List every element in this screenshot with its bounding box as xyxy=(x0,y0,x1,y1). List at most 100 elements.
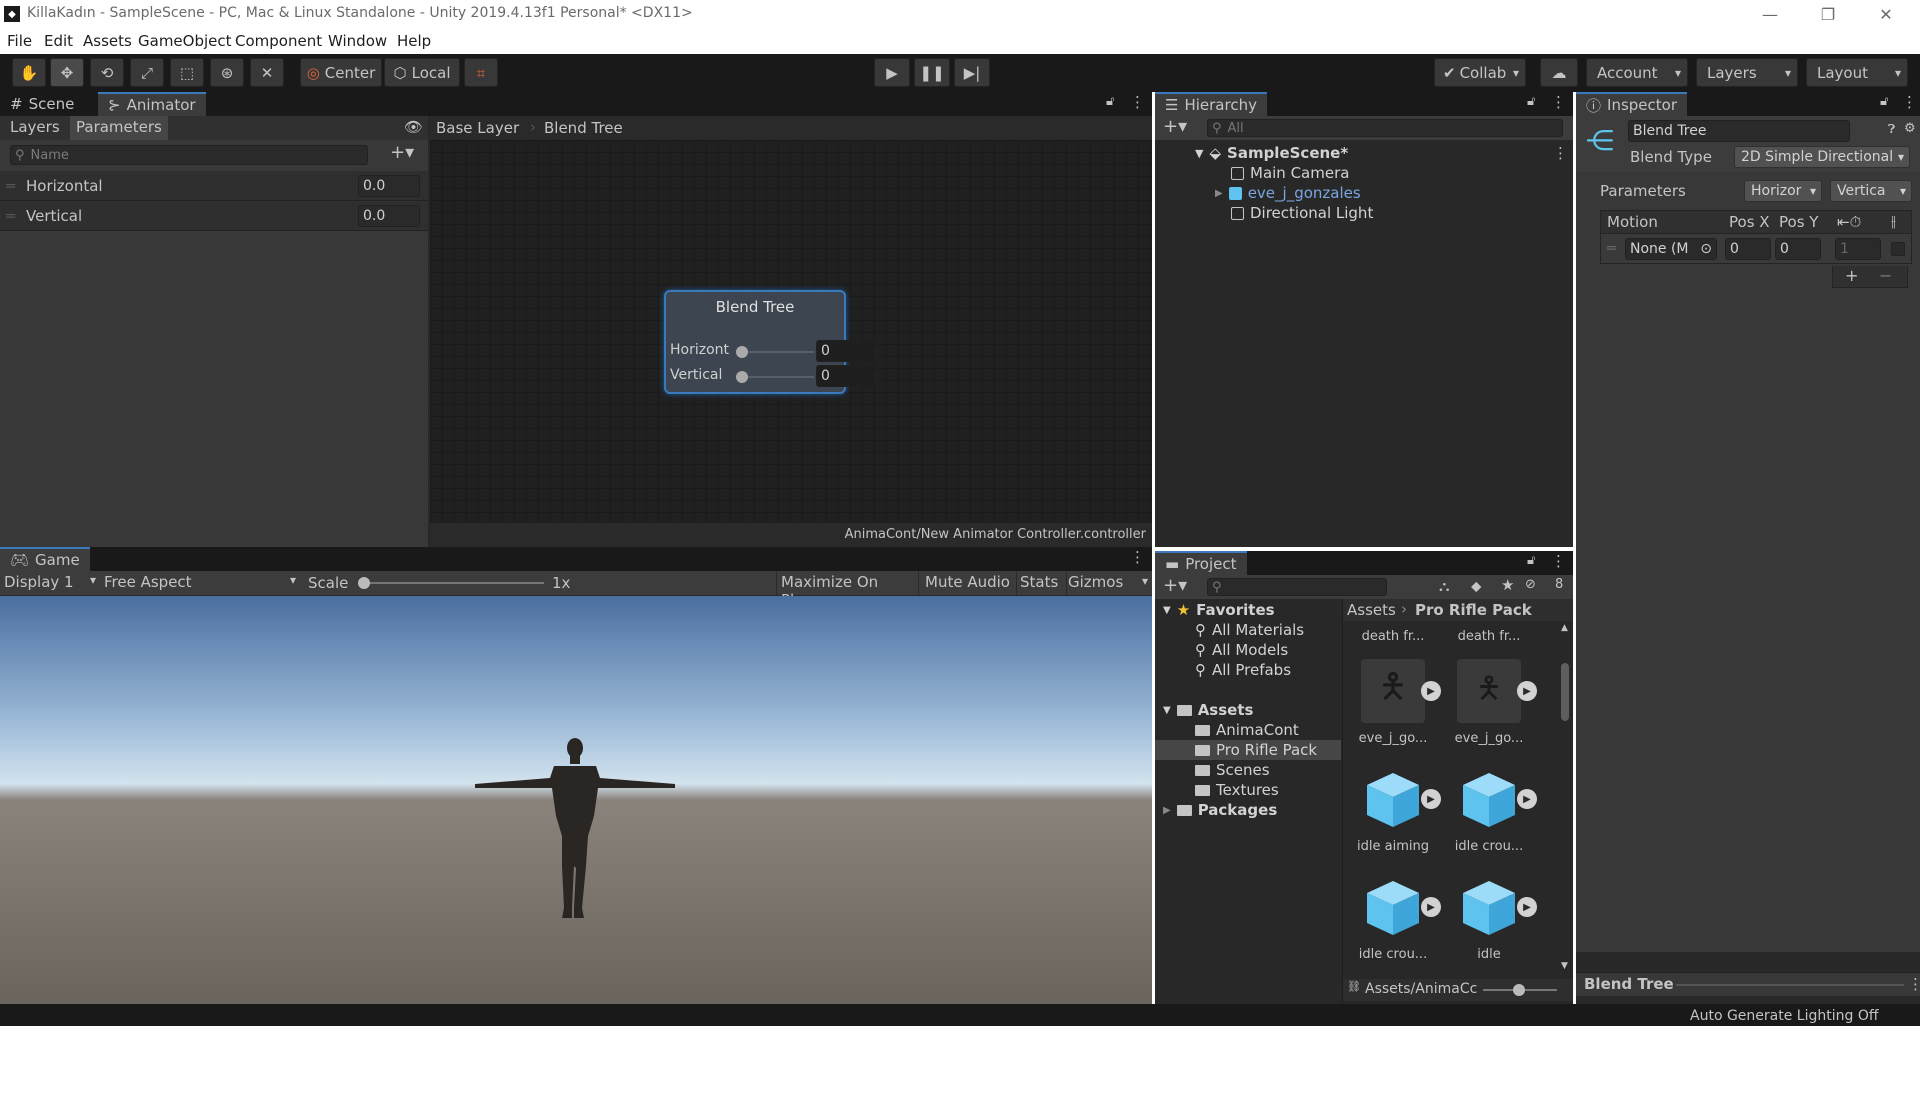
menu-edit[interactable]: Edit xyxy=(44,32,73,50)
favorite-item[interactable]: ⚲ All Prefabs xyxy=(1195,661,1291,679)
minimize-button[interactable]: — xyxy=(1750,3,1790,25)
menu-assets[interactable]: Assets xyxy=(83,32,132,50)
favorite-item[interactable]: ⚲ All Materials xyxy=(1195,621,1304,639)
chevron-right-icon[interactable]: ▶ xyxy=(1163,805,1171,816)
transform-tool-icon[interactable]: ⊛ xyxy=(210,58,244,87)
drag-handle-icon[interactable]: ═ xyxy=(1607,239,1616,257)
play-icon[interactable]: ▶ xyxy=(1517,789,1537,809)
menu-window[interactable]: Window xyxy=(328,32,387,50)
account-dropdown[interactable]: Account ▾ xyxy=(1586,58,1688,87)
favorite-item[interactable]: ⚲ All Models xyxy=(1195,641,1288,659)
help-icon[interactable]: ❓︎ xyxy=(1888,122,1895,137)
search-by-label-icon[interactable]: ⬥ xyxy=(1471,577,1482,595)
pivot-local-button[interactable]: ⬡ Local xyxy=(384,58,460,87)
breadcrumb-assets[interactable]: Assets xyxy=(1347,601,1396,619)
more-menu-icon[interactable]: ⋮ xyxy=(1130,93,1145,111)
assets-root[interactable]: ▼ Assets xyxy=(1163,701,1253,719)
play-icon[interactable]: ▶ xyxy=(1421,789,1441,809)
mute-audio-toggle[interactable]: Mute Audio xyxy=(918,571,1016,595)
project-search-input[interactable]: ⚲ xyxy=(1207,578,1387,596)
menu-file[interactable]: File xyxy=(7,32,32,50)
hierarchy-item[interactable]: Directional Light xyxy=(1231,204,1373,222)
parameter-value-field[interactable]: 0.0 xyxy=(358,205,420,227)
rotate-tool-icon[interactable]: ⟲ xyxy=(90,58,124,87)
more-menu-icon[interactable]: ⋮ xyxy=(1908,975,1920,993)
favorites-root[interactable]: ▼ ★ Favorites xyxy=(1163,601,1275,619)
asset-tile[interactable]: 🯅 ▶ eve_j_go... xyxy=(1351,659,1441,755)
close-button[interactable]: ✕ xyxy=(1866,3,1906,25)
parameter-row[interactable]: ═ Vertical 0.0 xyxy=(0,201,428,231)
slider-knob-icon[interactable] xyxy=(736,346,748,358)
icon-size-slider-knob[interactable] xyxy=(1513,984,1525,996)
pivot-center-button[interactable]: ◎ Center xyxy=(300,58,382,87)
more-menu-icon[interactable]: ⋮ xyxy=(1551,93,1566,111)
more-menu-icon[interactable]: ⋮ xyxy=(1902,93,1917,111)
rect-tool-icon[interactable]: ⬚ xyxy=(170,58,204,87)
scale-slider-knob[interactable] xyxy=(358,577,370,589)
asset-tile[interactable]: 🯅 ▶ eve_j_go... xyxy=(1447,659,1537,755)
play-icon[interactable]: ▶ xyxy=(1421,681,1441,701)
scene-menu-icon[interactable]: ⋮ xyxy=(1553,144,1568,162)
play-icon[interactable]: ▶ xyxy=(1517,681,1537,701)
subtab-parameters[interactable]: Parameters xyxy=(70,116,168,140)
asset-tile[interactable]: ▶ idle xyxy=(1447,875,1537,971)
folder-item[interactable]: Textures xyxy=(1195,781,1279,799)
restore-button[interactable]: ❐ xyxy=(1808,3,1848,25)
asset-tile[interactable]: ▶ idle crou... xyxy=(1351,875,1441,971)
motion-row[interactable]: ═ None (M ⊙ 0 0 1 xyxy=(1600,234,1912,264)
scroll-up-icon[interactable]: ▲ xyxy=(1561,623,1568,633)
grid-snap-icon[interactable]: ⌗ xyxy=(464,58,498,87)
folder-item[interactable]: Scenes xyxy=(1195,761,1270,779)
create-button[interactable]: +▾ xyxy=(1163,575,1187,596)
game-view[interactable] xyxy=(0,596,1152,1004)
layers-dropdown[interactable]: Layers ▾ xyxy=(1696,58,1798,87)
add-parameter-button[interactable]: +▾ xyxy=(390,142,414,163)
maximize-on-play-toggle[interactable]: Maximize On Play xyxy=(776,571,918,609)
blend-tree-node[interactable]: Blend Tree Horizont 0 Vertical 0 xyxy=(664,290,876,394)
parameter-x-dropdown[interactable]: Horizor xyxy=(1744,180,1822,202)
asset-scrollbar[interactable]: ▲ ▼ xyxy=(1559,623,1571,973)
scale-tool-icon[interactable]: ⤢ xyxy=(130,58,164,87)
eye-icon[interactable]: 👁︎ xyxy=(404,118,423,136)
blend-type-dropdown[interactable]: 2D Simple Directional xyxy=(1734,146,1910,168)
menu-help[interactable]: Help xyxy=(397,32,431,50)
scale-slider-track[interactable] xyxy=(358,582,544,584)
folder-item[interactable]: AnimaCont xyxy=(1195,721,1299,739)
parameter-value-field[interactable]: 0.0 xyxy=(358,175,420,197)
scrollbar-thumb[interactable] xyxy=(1561,663,1569,721)
pos-y-field[interactable]: 0 xyxy=(1775,238,1821,260)
animator-graph[interactable]: Base Layer › Blend Tree Blend Tree Horiz… xyxy=(430,116,1152,547)
pos-x-field[interactable]: 0 xyxy=(1725,238,1771,260)
search-by-type-icon[interactable]: ⛬ xyxy=(1439,577,1450,595)
hidden-packages-icon[interactable]: ⊘ xyxy=(1525,577,1536,592)
node-param-value[interactable]: 0 xyxy=(816,365,876,387)
favorite-star-icon[interactable]: ★ xyxy=(1501,576,1514,594)
lock-icon[interactable]: 🔓︎ xyxy=(1527,94,1535,109)
breadcrumb-base-layer[interactable]: Base Layer xyxy=(436,119,519,137)
breadcrumb-pro-rifle-pack[interactable]: Pro Rifle Pack xyxy=(1415,601,1532,619)
menu-component[interactable]: Component xyxy=(235,32,322,50)
move-tool-icon[interactable]: ✥ xyxy=(50,58,84,87)
lock-icon[interactable]: 🔓︎ xyxy=(1880,94,1888,109)
lock-icon[interactable]: 🔓︎ xyxy=(1106,94,1114,109)
hierarchy-item[interactable]: ▶ eve_j_gonzales xyxy=(1215,184,1361,202)
cloud-icon[interactable]: ☁ xyxy=(1540,58,1578,87)
parameter-search-input[interactable]: ⚲ Name xyxy=(10,145,368,165)
step-button[interactable]: ▶| xyxy=(954,58,990,87)
object-picker-icon[interactable]: ⊙ xyxy=(1700,241,1712,257)
create-button[interactable]: +▾ xyxy=(1163,116,1187,137)
gizmos-dropdown[interactable]: Gizmos ▾ xyxy=(1066,571,1152,595)
layout-dropdown[interactable]: Layout ▾ xyxy=(1806,58,1908,87)
blend-tree-name-field[interactable]: Blend Tree xyxy=(1628,120,1850,142)
pause-button[interactable]: ❚❚ xyxy=(914,58,950,87)
display-dropdown[interactable]: Display 1 ▾ xyxy=(4,573,96,593)
breadcrumb-blend-tree[interactable]: Blend Tree xyxy=(544,119,623,137)
parameter-row[interactable]: ═ Horizontal 0.0 xyxy=(0,171,428,201)
packages-root[interactable]: ▶ Packages xyxy=(1163,801,1277,819)
asset-tile[interactable]: death fr... xyxy=(1447,629,1531,649)
stats-toggle[interactable]: Stats xyxy=(1016,571,1066,595)
lock-icon[interactable]: 🔓︎ xyxy=(1527,553,1535,568)
hierarchy-search-input[interactable]: ⚲ All xyxy=(1207,119,1563,137)
collab-dropdown[interactable]: ✔ Collab ▾ xyxy=(1434,58,1526,87)
add-motion-button[interactable]: + xyxy=(1845,266,1858,285)
